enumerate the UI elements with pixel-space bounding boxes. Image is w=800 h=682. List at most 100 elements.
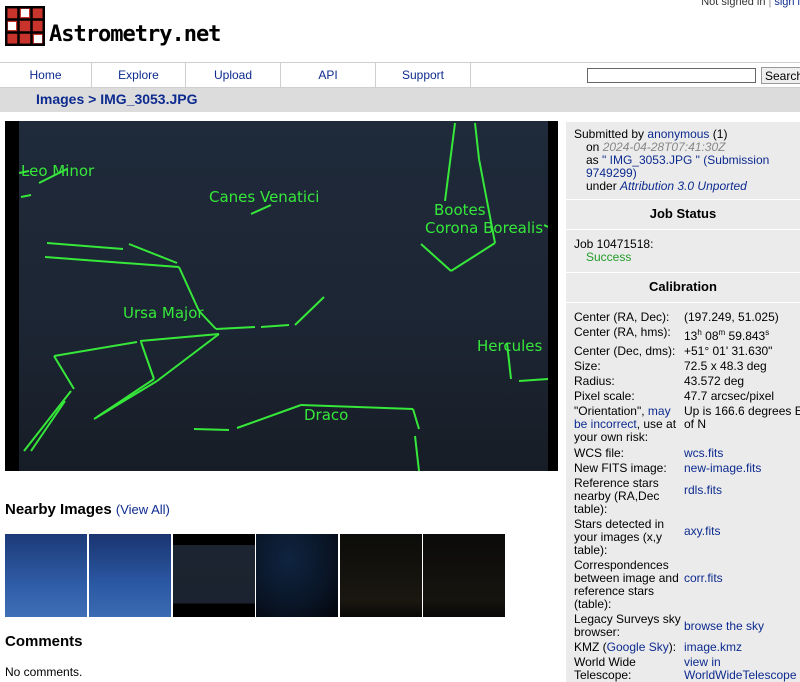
cal-value: 47.7 arcsec/pixel: [684, 389, 775, 403]
cal-row-rahms: Center (RA, hms): 13h 08m 59.843s: [574, 326, 800, 343]
logo-grid-icon: [5, 6, 45, 46]
cal-key: Center (RA, Dec):: [574, 310, 670, 324]
cal-row-decdms: Center (Dec, dms): +51° 01' 31.630": [574, 345, 800, 358]
sky-image: Leo Minor Canes Venatici Bootes Corona B…: [19, 121, 548, 471]
cal-row-newfits: New FITS image: new-image.fits: [574, 462, 800, 475]
cal-key: Center (RA, hms):: [574, 325, 671, 339]
comments-heading: Comments: [5, 633, 83, 650]
cal-key: "Orientation", may be incorrect, use at …: [574, 404, 677, 444]
nearby-thumbnail[interactable]: [89, 534, 171, 617]
cal-key: Pixel scale:: [574, 389, 635, 403]
nav-explore[interactable]: Explore: [92, 63, 186, 87]
nearby-thumbnails: [5, 534, 505, 617]
cal-key: Reference stars nearby (RA,Dec table):: [574, 476, 660, 516]
label-hercules: Hercules: [477, 337, 543, 355]
cal-row-legacy: Legacy Surveys sky browser: browse the sk…: [574, 613, 800, 639]
annotated-image[interactable]: Leo Minor Canes Venatici Bootes Corona B…: [5, 121, 558, 471]
nearby-thumbnail[interactable]: [256, 534, 338, 617]
nearby-title: Nearby Images: [5, 501, 112, 518]
cal-key: Legacy Surveys sky browser:: [574, 612, 681, 639]
cal-row-radius: Radius: 43.572 deg: [574, 375, 800, 388]
nearby-thumbnail[interactable]: [5, 534, 87, 617]
breadcrumb-separator: >: [88, 91, 97, 107]
job-success: Success: [586, 250, 632, 264]
cal-row-corr: Correspondences between image and refere…: [574, 559, 800, 611]
auth-status: Not signed in | sign i: [701, 0, 800, 8]
label-leo-minor: Leo Minor: [21, 162, 95, 180]
user-link[interactable]: anonymous: [647, 127, 709, 141]
nav-home[interactable]: Home: [0, 63, 92, 87]
cal-value: 13h 08m 59.843s: [684, 328, 770, 343]
search-input[interactable]: [587, 68, 756, 83]
main-nav: Home Explore Upload API Support Search: [0, 62, 800, 88]
view-all-link[interactable]: (View All): [116, 502, 170, 517]
cal-key: Stars detected in your images (x,y table…: [574, 517, 665, 557]
cal-value: +51° 01' 31.630": [684, 344, 773, 358]
cal-key: New FITS image:: [574, 461, 667, 475]
submitted-by-label: Submitted by: [574, 127, 645, 141]
calibration-heading: Calibration: [566, 272, 800, 303]
google-sky-link[interactable]: Google Sky: [607, 640, 669, 654]
license-link[interactable]: Attribution 3.0 Unported: [620, 179, 747, 193]
label-ursa-major: Ursa Major: [123, 304, 204, 322]
nearby-images-heading: Nearby Images (View All): [5, 501, 170, 518]
as-label: as: [586, 153, 599, 167]
wcs-fits-link[interactable]: wcs.fits: [684, 446, 723, 460]
cal-value: Up is 166.6 degrees E of N: [684, 404, 800, 431]
submission-info: Submitted by anonymous (1) on 2024-04-28…: [566, 122, 800, 193]
cal-key: KMZ (Google Sky):: [574, 640, 677, 654]
sign-in-link[interactable]: sign i: [774, 0, 800, 8]
job-status: Job 10471518: Success: [566, 230, 800, 264]
calibration-table: Center (RA, Dec): (197.249, 51.025) Cente…: [566, 303, 800, 682]
breadcrumb: Images > IMG_3053.JPG: [36, 91, 198, 107]
cal-row-wwt: World Wide Telescope: view in WorldWideTe…: [574, 656, 800, 682]
browse-the-sky-link[interactable]: browse the sky: [684, 619, 764, 633]
corr-fits-link[interactable]: corr.fits: [684, 571, 723, 585]
wwt-link[interactable]: view in WorldWideTelescope: [684, 655, 797, 682]
logo-text: Astrometry.net: [49, 22, 221, 47]
breadcrumb-bar: Images > IMG_3053.JPG: [0, 88, 800, 112]
nav-api[interactable]: API: [281, 63, 376, 87]
site-logo[interactable]: Astrometry.net: [5, 6, 221, 48]
cal-key: Size:: [574, 359, 601, 373]
cal-value: 72.5 x 48.3 deg: [684, 359, 767, 373]
filename-link[interactable]: " IMG_3053.JPG ": [602, 153, 700, 167]
cal-key: Radius:: [574, 374, 615, 388]
no-comments-text: No comments.: [5, 665, 83, 679]
cal-row-pixscale: Pixel scale: 47.7 arcsec/pixel: [574, 390, 800, 403]
axy-fits-link[interactable]: axy.fits: [684, 524, 720, 538]
job-status-heading: Job Status: [566, 199, 800, 230]
label-bootes: Bootes: [434, 201, 486, 219]
cal-row-wcs: WCS file: wcs.fits: [574, 447, 800, 460]
user-count: (1): [712, 127, 728, 141]
submission-date: 2024-04-28T07:41:30Z: [602, 140, 726, 154]
new-image-fits-link[interactable]: new-image.fits: [684, 461, 761, 475]
nearby-thumbnail[interactable]: [173, 534, 255, 617]
cal-row-radec: Center (RA, Dec): (197.249, 51.025): [574, 311, 800, 324]
nearby-thumbnail[interactable]: [423, 534, 505, 617]
cal-row-kmz: KMZ (Google Sky): image.kmz: [574, 641, 800, 654]
search-button[interactable]: Search: [761, 67, 800, 84]
cal-key: Center (Dec, dms):: [574, 344, 676, 358]
nav-support[interactable]: Support: [376, 63, 471, 87]
cal-key: WCS file:: [574, 446, 625, 460]
cal-row-orientation: "Orientation", may be incorrect, use at …: [574, 405, 800, 444]
cal-key: World Wide Telescope:: [574, 655, 636, 682]
label-canes-venatici: Canes Venatici: [209, 188, 320, 206]
cal-value: 43.572 deg: [684, 374, 745, 388]
label-corona-borealis: Corona Borealis: [425, 219, 544, 237]
info-sidebar: Submitted by anonymous (1) on 2024-04-28…: [566, 122, 800, 682]
breadcrumb-current-link[interactable]: IMG_3053.JPG: [100, 91, 197, 107]
image-kmz-link[interactable]: image.kmz: [684, 640, 742, 654]
not-signed-in-text: Not signed in: [701, 0, 766, 8]
nav-upload[interactable]: Upload: [186, 63, 281, 87]
on-label: on: [586, 140, 600, 154]
rdls-fits-link[interactable]: rdls.fits: [684, 483, 722, 497]
breadcrumb-images-link[interactable]: Images: [36, 91, 84, 107]
cal-row-axy: Stars detected in your images (x,y table…: [574, 518, 800, 557]
nearby-thumbnail[interactable]: [340, 534, 422, 617]
cal-value: (197.249, 51.025): [684, 310, 779, 324]
cal-row-rdls: Reference stars nearby (RA,Dec table): rd…: [574, 477, 800, 516]
cal-key: Correspondences between image and refere…: [574, 558, 679, 611]
label-draco: Draco: [304, 406, 349, 424]
